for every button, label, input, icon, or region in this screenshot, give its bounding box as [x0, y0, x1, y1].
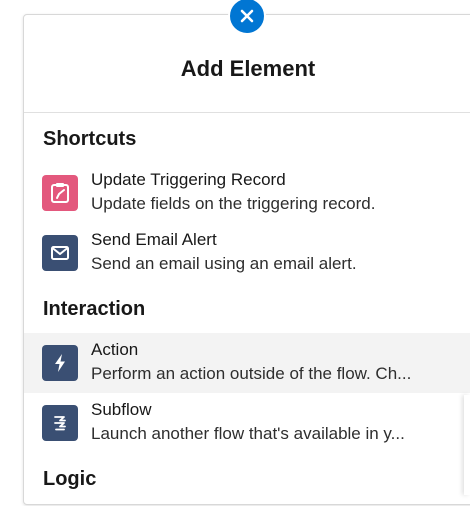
add-element-panel: Add Element Shortcuts Update Triggering …	[23, 14, 470, 505]
item-label: Update Triggering Record	[91, 170, 286, 189]
element-update-triggering-record[interactable]: Update Triggering Record Update fields o…	[24, 163, 470, 223]
item-description: Send an email using an email alert.	[91, 254, 357, 273]
item-description: Launch another flow that's available in …	[91, 424, 405, 443]
panel-title: Add Element	[180, 55, 316, 81]
email-icon	[42, 235, 78, 271]
item-description: Perform an action outside of the flow. C…	[91, 364, 412, 383]
item-label: Subflow	[91, 400, 152, 419]
element-subflow[interactable]: Subflow Launch another flow that's avail…	[24, 393, 470, 453]
section-interaction: Interaction	[43, 298, 146, 320]
subflow-icon	[42, 405, 78, 441]
item-description: Update fields on the triggering record.	[91, 194, 376, 213]
update-record-icon	[42, 175, 78, 211]
adjacent-panel-edge	[464, 395, 470, 495]
item-label: Send Email Alert	[91, 230, 217, 249]
section-shortcuts: Shortcuts	[43, 128, 137, 150]
item-label: Action	[91, 340, 139, 359]
element-action[interactable]: Action Perform an action outside of the …	[24, 333, 470, 393]
lightning-icon	[42, 345, 78, 381]
section-logic: Logic	[43, 468, 97, 490]
element-send-email-alert[interactable]: Send Email Alert Send an email using an …	[24, 223, 470, 283]
close-icon	[240, 9, 254, 23]
